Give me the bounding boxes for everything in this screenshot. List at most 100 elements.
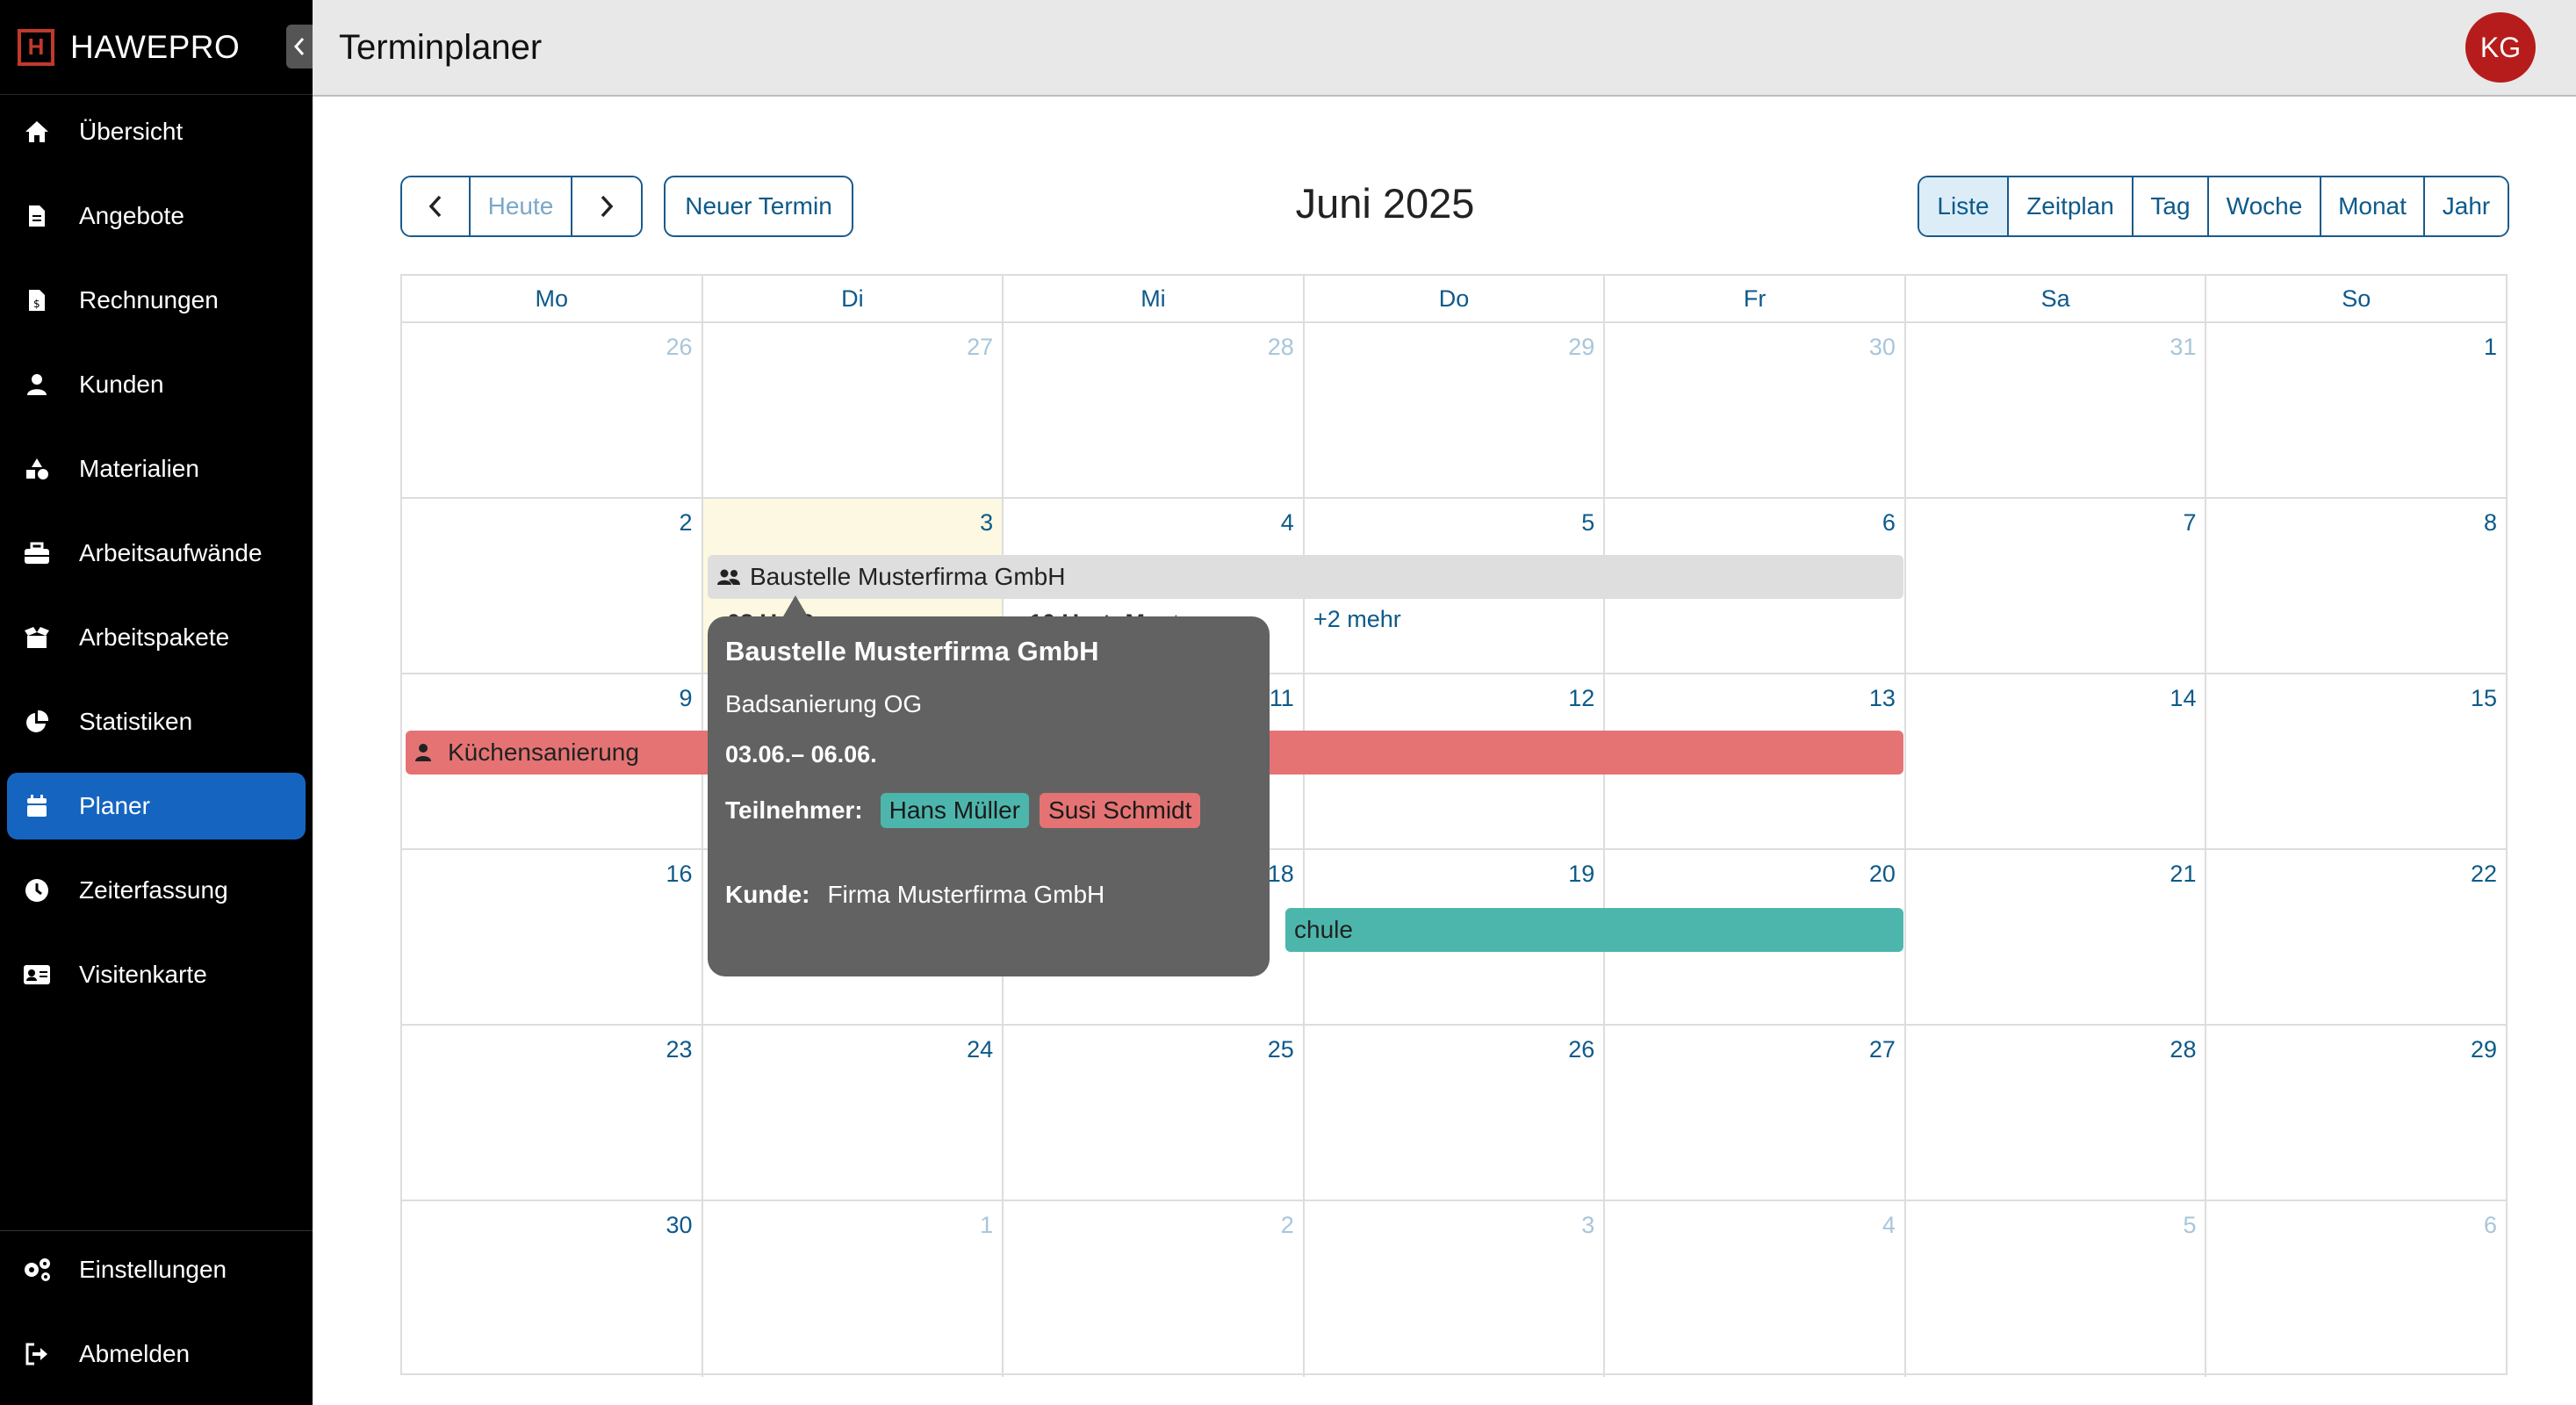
day-cell[interactable]: 4 [1605, 1201, 1906, 1377]
day-number: 21 [2169, 861, 2197, 887]
sidebar-item-label: Angebote [79, 202, 184, 229]
day-cell[interactable]: 7 [1906, 499, 2207, 673]
day-number: 25 [1267, 1036, 1294, 1063]
day-cell[interactable]: 26 [1305, 1026, 1606, 1200]
day-cell[interactable]: 29 [1305, 323, 1606, 497]
day-cell[interactable]: 27 [703, 323, 1004, 497]
day-cell[interactable]: 23 [402, 1026, 703, 1200]
day-number: 26 [1568, 1036, 1595, 1063]
popover-customer: Kunde: Firma Musterfirma GmbH [725, 881, 1252, 909]
day-cell[interactable]: 1 [703, 1201, 1004, 1377]
day-cell[interactable]: 6 [2206, 1201, 2506, 1377]
week-row: 23 24 25 26 27 28 29 [402, 1026, 2506, 1201]
day-number: 23 [666, 1036, 693, 1063]
day-cell[interactable]: 22 [2206, 850, 2506, 1024]
users-icon [716, 566, 743, 587]
sidebar-item-rechnungen[interactable]: $ Rechnungen [7, 267, 306, 334]
day-cell[interactable]: 28 [1906, 1026, 2207, 1200]
day-cell[interactable]: 27 [1605, 1026, 1906, 1200]
sidebar-item-kunden[interactable]: Kunden [7, 351, 306, 418]
calendar-icon [21, 790, 53, 822]
id-card-icon [21, 959, 53, 991]
event-baustelle[interactable]: Baustelle Musterfirma GmbH [708, 555, 1903, 599]
prev-button[interactable] [402, 177, 471, 235]
day-number: 6 [2484, 1212, 2498, 1238]
new-appointment-button[interactable]: Neuer Termin [664, 176, 853, 237]
sidebar-item-abmelden[interactable]: Abmelden [7, 1321, 306, 1387]
sidebar-item-zeiterfassung[interactable]: Zeiterfassung [7, 857, 306, 924]
view-switcher: Liste Zeitplan Tag Woche Monat Jahr [1918, 176, 2509, 237]
day-cell[interactable]: 16 [402, 850, 703, 1024]
event-schule[interactable]: chule [1285, 908, 1903, 952]
day-cell[interactable]: 24 [703, 1026, 1004, 1200]
event-title: Baustelle Musterfirma GmbH [750, 563, 1066, 590]
day-cell[interactable]: 3 [1305, 1201, 1606, 1377]
day-number: 28 [1267, 334, 1294, 360]
avatar[interactable]: KG [2465, 12, 2536, 83]
home-icon [21, 116, 53, 148]
day-number: 13 [1868, 685, 1896, 711]
day-cell[interactable]: 14 [1906, 674, 2207, 848]
day-number: 4 [1882, 1212, 1896, 1238]
popover-arrow [783, 595, 808, 616]
sidebar-item-visitenkarte[interactable]: Visitenkarte [7, 941, 306, 1008]
day-cell[interactable]: 2 [1004, 1201, 1305, 1377]
sidebar-item-arbeitsaufwaende[interactable]: Arbeitsaufwände [7, 520, 306, 587]
day-cell[interactable]: 31 [1906, 323, 2207, 497]
brand-name: HAWEPRO [70, 28, 241, 65]
day-cell[interactable]: 1 [2206, 323, 2506, 497]
pie-chart-icon [21, 706, 53, 738]
day-cell[interactable]: 5 [1906, 1201, 2207, 1377]
sidebar-item-label: Statistiken [79, 708, 193, 735]
next-button[interactable] [572, 177, 641, 235]
day-cell[interactable]: 21 [1906, 850, 2207, 1024]
view-jahr-button[interactable]: Jahr [2425, 177, 2508, 235]
day-number: 30 [1868, 334, 1896, 360]
view-woche-button[interactable]: Woche [2209, 177, 2321, 235]
view-zeitplan-button[interactable]: Zeitplan [2009, 177, 2133, 235]
day-number: 29 [1568, 334, 1595, 360]
event-title: chule [1294, 916, 1353, 943]
collapse-sidebar-button[interactable] [286, 25, 313, 68]
day-cell[interactable]: 2 [402, 499, 703, 673]
day-number: 1 [2484, 334, 2498, 360]
day-number: 2 [679, 509, 693, 536]
day-number: 6 [1882, 509, 1896, 536]
sidebar-item-planer[interactable]: Planer [7, 773, 306, 839]
day-number: 14 [2169, 685, 2197, 711]
event-title: Küchensanierung [448, 739, 639, 766]
chevron-right-icon [601, 195, 614, 218]
sidebar-nav: Übersicht Angebote $ Rechnungen Kunden M… [0, 95, 313, 1008]
view-monat-button[interactable]: Monat [2321, 177, 2425, 235]
day-cell[interactable]: 28 [1004, 323, 1305, 497]
sidebar-item-uebersicht[interactable]: Übersicht [7, 98, 306, 165]
weekday-label: So [2342, 285, 2371, 312]
day-cell[interactable]: 25 [1004, 1026, 1305, 1200]
weekday-label: Fr [1605, 276, 1906, 321]
sidebar-item-angebote[interactable]: Angebote [7, 183, 306, 249]
day-cell[interactable]: 8 [2206, 499, 2506, 673]
day-cell[interactable]: 30 [1605, 323, 1906, 497]
view-liste-button[interactable]: Liste [1919, 177, 2009, 235]
page-title: Terminplaner [339, 27, 543, 67]
today-button[interactable]: Heute [471, 177, 572, 235]
user-icon [21, 369, 53, 400]
sidebar-item-arbeitspakete[interactable]: Arbeitspakete [7, 604, 306, 671]
day-cell[interactable]: 26 [402, 323, 703, 497]
brand[interactable]: H HAWEPRO [0, 0, 313, 95]
weekday-label: Di [703, 276, 1004, 321]
day-number: 16 [666, 861, 693, 887]
sidebar-item-statistiken[interactable]: Statistiken [7, 688, 306, 755]
chevron-left-icon [293, 38, 305, 55]
day-cell[interactable]: 29 [2206, 1026, 2506, 1200]
day-number: 9 [679, 685, 693, 711]
day-number: 22 [2471, 861, 2498, 887]
day-cell[interactable]: 15 [2206, 674, 2506, 848]
day-cell[interactable]: 30 [402, 1201, 703, 1377]
popover-title: Baustelle Musterfirma GmbH [725, 636, 1099, 666]
chevron-left-icon [428, 195, 442, 218]
more-events-link[interactable]: +2 mehr [1313, 606, 1401, 633]
sidebar-item-einstellungen[interactable]: Einstellungen [7, 1236, 306, 1303]
sidebar-item-materialien[interactable]: Materialien [7, 436, 306, 502]
view-tag-button[interactable]: Tag [2133, 177, 2209, 235]
